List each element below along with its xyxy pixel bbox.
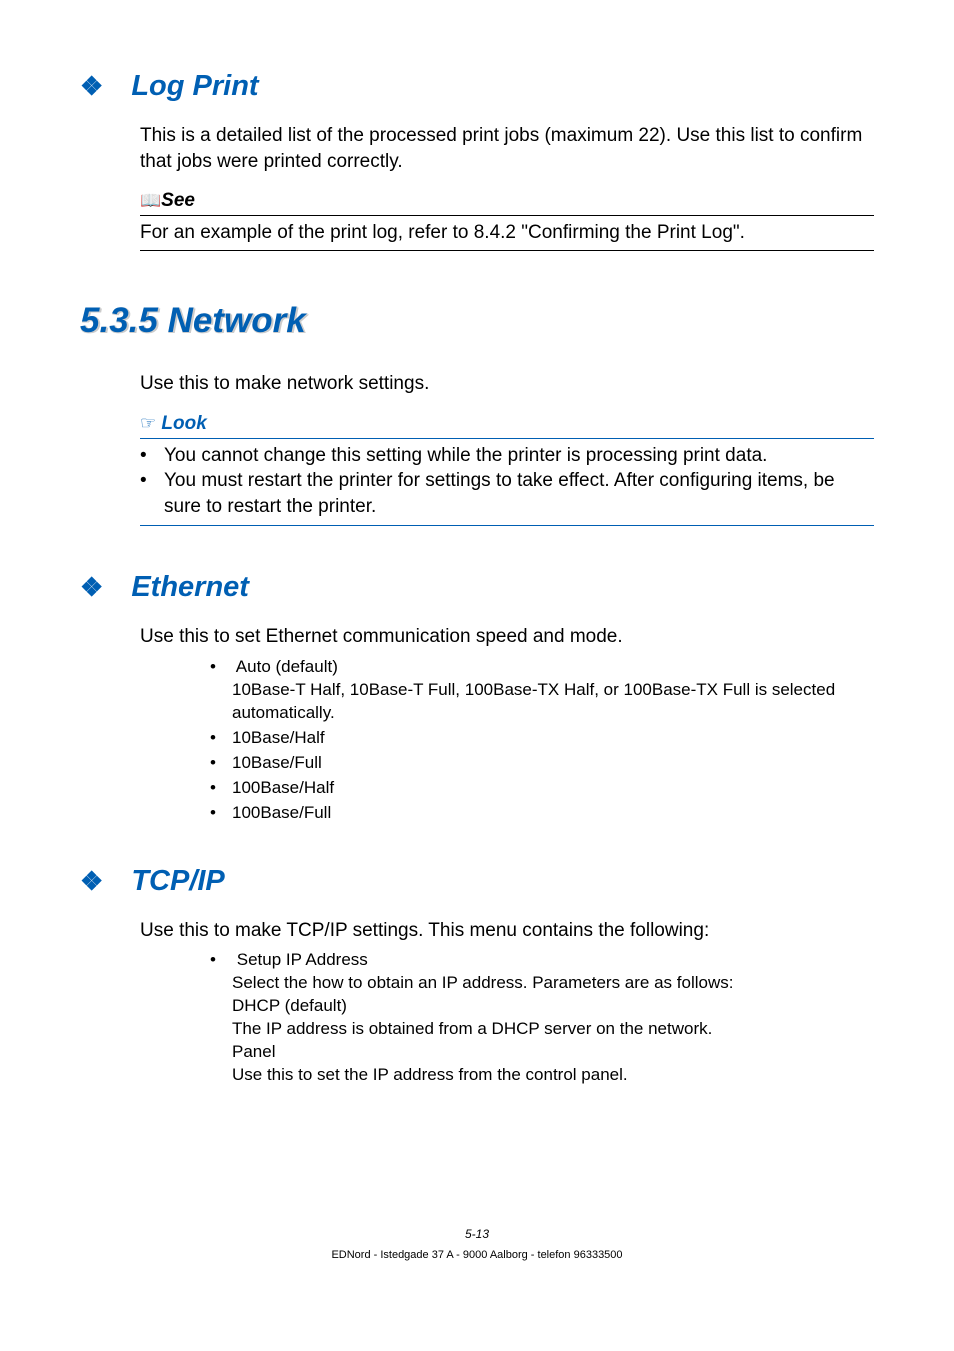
ethernet-list: Auto (default) 10Base-T Half, 10Base-T F…: [210, 656, 874, 825]
footer: 5-13 EDNord - Istedgade 37 A - 9000 Aalb…: [80, 1227, 874, 1261]
look-header: ☞ Look: [140, 413, 874, 439]
diamond-icon: ❖: [80, 572, 103, 603]
item-label: 100Base/Half: [232, 778, 334, 797]
title-log-print: Log Print: [131, 70, 258, 103]
logprint-body: This is a detailed list of the processed…: [140, 123, 874, 174]
list-item: 100Base/Full: [210, 802, 874, 825]
see-label: See: [161, 190, 195, 211]
item-label: Setup IP Address: [237, 950, 368, 969]
heading-network: 5.3.5 Network: [80, 301, 874, 341]
look-list: You cannot change this setting while the…: [140, 443, 874, 520]
look-label: Look: [156, 413, 207, 434]
item-label: Auto (default): [236, 657, 338, 676]
look-item: You cannot change this setting while the…: [140, 443, 874, 469]
item-subtext: 10Base-T Half, 10Base-T Full, 100Base-TX…: [232, 679, 874, 725]
list-item: Setup IP Address Select the how to obtai…: [210, 949, 874, 1087]
item-label: 100Base/Full: [232, 803, 331, 822]
list-item: 10Base/Half: [210, 727, 874, 750]
network-body: Use this to make network settings.: [140, 371, 874, 397]
diamond-icon: ❖: [80, 866, 103, 897]
list-item: 100Base/Half: [210, 777, 874, 800]
title-ethernet: Ethernet: [131, 571, 249, 604]
footer-line: EDNord - Istedgade 37 A - 9000 Aalborg -…: [80, 1249, 874, 1261]
book-icon: 📖: [140, 191, 161, 210]
item-label: 10Base/Full: [232, 753, 322, 772]
see-header: 📖See: [140, 190, 874, 216]
see-content: For an example of the print log, refer t…: [140, 216, 874, 251]
look-item: You must restart the printer for setting…: [140, 468, 874, 519]
tcpip-body: Use this to make TCP/IP settings. This m…: [140, 918, 874, 944]
item-subtext: Select the how to obtain an IP address. …: [232, 972, 874, 1087]
heading-log-print: ❖ Log Print: [80, 70, 874, 103]
page-number: 5-13: [80, 1227, 874, 1241]
page-container: ❖ Log Print This is a detailed list of t…: [0, 0, 954, 1301]
heading-tcpip: ❖ TCP/IP: [80, 865, 874, 898]
ethernet-body: Use this to set Ethernet communication s…: [140, 624, 874, 650]
diamond-icon: ❖: [80, 71, 103, 102]
heading-ethernet: ❖ Ethernet: [80, 571, 874, 604]
title-tcpip: TCP/IP: [131, 865, 224, 898]
item-label: 10Base/Half: [232, 728, 325, 747]
hand-icon: ☞: [140, 413, 156, 433]
look-block: ☞ Look You cannot change this setting wh…: [140, 413, 874, 527]
see-block: 📖See For an example of the print log, re…: [140, 190, 874, 251]
look-content: You cannot change this setting while the…: [140, 439, 874, 527]
list-item: 10Base/Full: [210, 752, 874, 775]
tcpip-list: Setup IP Address Select the how to obtai…: [210, 949, 874, 1087]
list-item: Auto (default) 10Base-T Half, 10Base-T F…: [210, 656, 874, 725]
